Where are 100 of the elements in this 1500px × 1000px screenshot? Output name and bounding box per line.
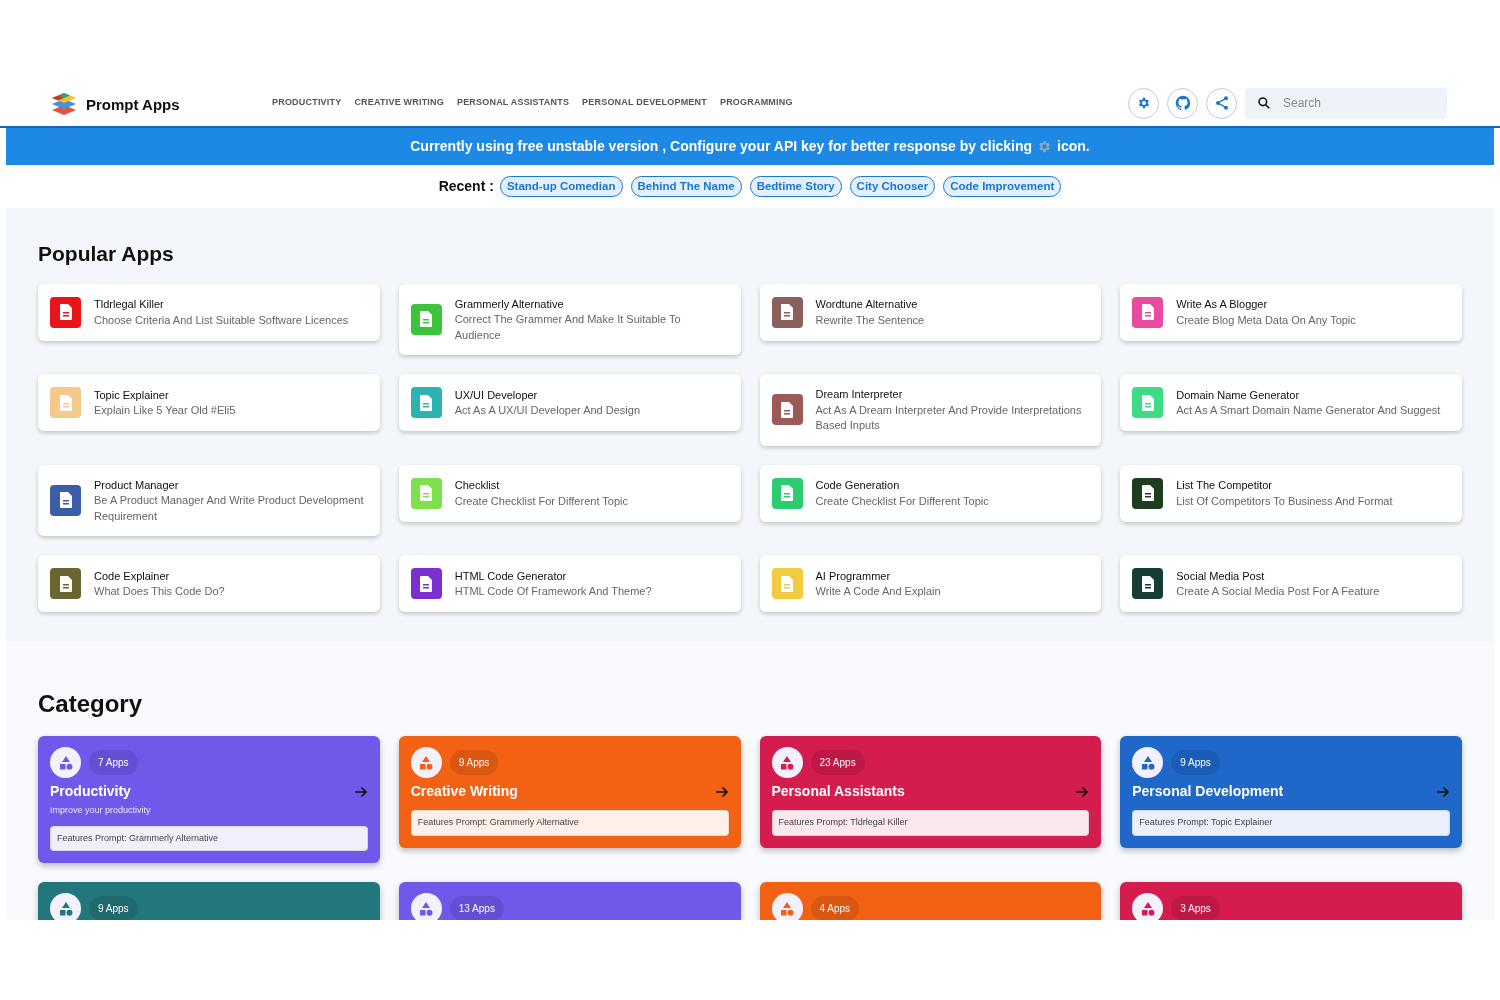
app-description: Act As A Dream Interpreter And Provide Interpretations Based Inputs — [815, 402, 1083, 433]
app-card[interactable]: Domain Name Generator Act As A Smart Domain Name Generator And Suggest — [1120, 374, 1462, 431]
app-count-badge: 9 Apps — [1171, 750, 1220, 775]
settings-icon — [1136, 96, 1151, 110]
document-icon — [58, 304, 73, 320]
app-description: Write A Code And Explain — [815, 584, 941, 599]
app-card[interactable]: HTML Code Generator HTML Code Of Framework And Theme? — [398, 555, 741, 612]
category-card[interactable]: 7 Apps Productivity Improve your productivity Features Prompt: Grammerly Alternative — [38, 736, 380, 863]
category-card[interactable]: 9 Apps — [38, 882, 380, 920]
document-icon — [1140, 485, 1155, 501]
app-name: HTML Code Generator — [454, 568, 568, 584]
app-card[interactable]: AI Programmer Write A Code And Explain — [759, 555, 1102, 612]
shapes-icon — [418, 754, 435, 771]
app-description: Be A Product Manager And Write Product Development Requirement — [94, 493, 365, 524]
app-count-badge: 23 Apps — [810, 750, 865, 775]
shapes-icon — [1139, 754, 1156, 771]
shapes-icon — [57, 900, 74, 917]
category-title: Personal Assistants — [771, 782, 905, 801]
stacked-layers-logo-icon — [50, 91, 78, 115]
category-card[interactable]: 23 Apps Personal Assistants Features Prompt: Tldrlegal Killer — [759, 736, 1102, 848]
category-subtitle: Improve your productivity — [50, 804, 152, 817]
app-count-badge: 7 Apps — [89, 750, 138, 775]
app-description: What Does This Code Do? — [94, 584, 225, 599]
document-icon — [58, 394, 73, 411]
app-description: Rewrite The Sentence — [815, 312, 925, 328]
app-count-badge: 4 Apps — [810, 896, 860, 920]
app-card[interactable]: Tldrlegal Killer Choose Criteria And List Suitable Software Licences — [38, 283, 380, 341]
app-card[interactable]: Code Explainer What Does This Code Do? — [38, 555, 380, 612]
category-card[interactable]: 3 Apps — [1120, 882, 1462, 920]
document-icon — [419, 575, 434, 592]
nav-link[interactable]: PROGRAMMING — [719, 96, 793, 110]
document-icon — [1140, 394, 1155, 411]
nav-link[interactable]: PRODUCTIVITY — [272, 96, 342, 110]
category-title: Creative Writing — [410, 782, 518, 801]
app-card[interactable]: List The Competitor List Of Competitors To Business And Format — [1120, 464, 1462, 522]
nav-link[interactable]: CREATIVE WRITING — [354, 96, 444, 110]
document-icon — [780, 304, 794, 320]
featured-prompt-box: Features Prompt: Grammerly Alternative — [410, 810, 729, 836]
search-field[interactable]: Search — [1245, 87, 1447, 119]
section-title: Category — [38, 689, 144, 719]
recent-chip[interactable]: Stand-up Comedian — [499, 175, 623, 198]
app-logo-text: Prompt Apps — [86, 94, 180, 115]
category-card[interactable]: 9 Apps Personal Development Features Prompt: Topic Explainer — [1120, 736, 1462, 848]
arrow-right-icon — [1075, 785, 1090, 798]
app-description: Act As A UX/UI Developer And Design — [454, 403, 640, 418]
app-count-badge: 9 Apps — [89, 896, 138, 920]
banner-suffix-text: icon. — [1057, 137, 1090, 156]
shapes-icon — [57, 754, 74, 771]
app-card[interactable]: Product Manager Be A Product Manager And Write Product Development Requirement — [38, 464, 380, 536]
document-icon — [419, 394, 434, 411]
app-description: Correct The Grammer And Make It Suitable To Audience — [454, 312, 682, 343]
nav-link[interactable]: PERSONAL DEVELOPMENT — [582, 96, 707, 110]
shapes-icon — [779, 754, 795, 771]
app-name: Code Explainer — [94, 568, 171, 584]
app-name: Domain Name Generator — [1176, 387, 1301, 403]
featured-prompt-box: Features Prompt: Grammerly Alternative — [50, 825, 368, 851]
app-description: Create Checklist For Different Topic — [815, 493, 989, 509]
document-icon — [780, 485, 794, 501]
app-description: Create Blog Meta Data On Any Topic — [1176, 312, 1356, 328]
recent-chip[interactable]: Bedtime Story — [749, 175, 842, 198]
app-count-badge: 13 Apps — [449, 896, 504, 920]
app-count-badge: 9 Apps — [449, 750, 499, 775]
nav-link[interactable]: PERSONAL ASSISTANTS — [456, 96, 570, 110]
document-icon — [1140, 304, 1155, 320]
category-title: Personal Development — [1132, 782, 1284, 801]
document-icon — [419, 311, 434, 328]
app-card[interactable]: Checklist Create Checklist For Different Topic — [398, 464, 741, 522]
app-description: HTML Code Of Framework And Theme? — [454, 584, 652, 599]
document-icon — [780, 575, 794, 592]
app-name: Checklist — [454, 478, 501, 493]
app-card[interactable]: Write As A Blogger Create Blog Meta Data On Any Topic — [1120, 283, 1462, 341]
category-card[interactable]: 9 Apps Creative Writing Features Prompt: Grammerly Alternative — [398, 736, 741, 848]
arrow-right-icon — [353, 785, 368, 798]
featured-prompt-box: Features Prompt: Tldrlegal Killer — [771, 810, 1090, 836]
app-card[interactable]: Dream Interpreter Act As A Dream Interpreter And Provide Interpretations Based Inputs — [759, 374, 1102, 446]
recent-label: Recent : — [438, 177, 494, 196]
app-card[interactable]: Grammerly Alternative Correct The Grammer And Make It Suitable To Audience — [398, 283, 741, 355]
app-name: Grammerly Alternative — [454, 296, 565, 312]
app-card[interactable]: UX/UI Developer Act As A UX/UI Developer And Design — [398, 374, 741, 431]
document-icon — [419, 485, 434, 501]
category-card[interactable]: 13 Apps — [398, 882, 741, 920]
app-name: Code Generation — [815, 478, 901, 493]
app-card[interactable]: Wordtune Alternative Rewrite The Sentence — [759, 283, 1102, 341]
category-card[interactable]: 4 Apps — [759, 882, 1102, 920]
shapes-icon — [1139, 900, 1156, 917]
app-name: UX/UI Developer — [454, 387, 539, 403]
document-icon — [58, 575, 73, 592]
app-card[interactable]: Social Media Post Create A Social Media Post For A Feature — [1120, 555, 1462, 612]
app-name: Dream Interpreter — [815, 387, 904, 402]
shapes-icon — [779, 900, 795, 917]
app-card[interactable]: Code Generation Create Checklist For Different Topic — [759, 464, 1102, 522]
recent-chip[interactable]: City Chooser — [849, 175, 936, 198]
app-description: Create Checklist For Different Topic — [454, 493, 628, 509]
app-card[interactable]: Topic Explainer Explain Like 5 Year Old #Eli5 — [38, 374, 380, 431]
document-icon — [58, 492, 73, 509]
app-name: Tldrlegal Killer — [94, 297, 165, 312]
recent-chip[interactable]: Code Improvement — [943, 175, 1062, 198]
app-description: Act As A Smart Domain Name Generator And Suggest — [1176, 403, 1441, 418]
recent-chip[interactable]: Behind The Name — [630, 175, 742, 198]
share-icon — [1213, 95, 1230, 111]
